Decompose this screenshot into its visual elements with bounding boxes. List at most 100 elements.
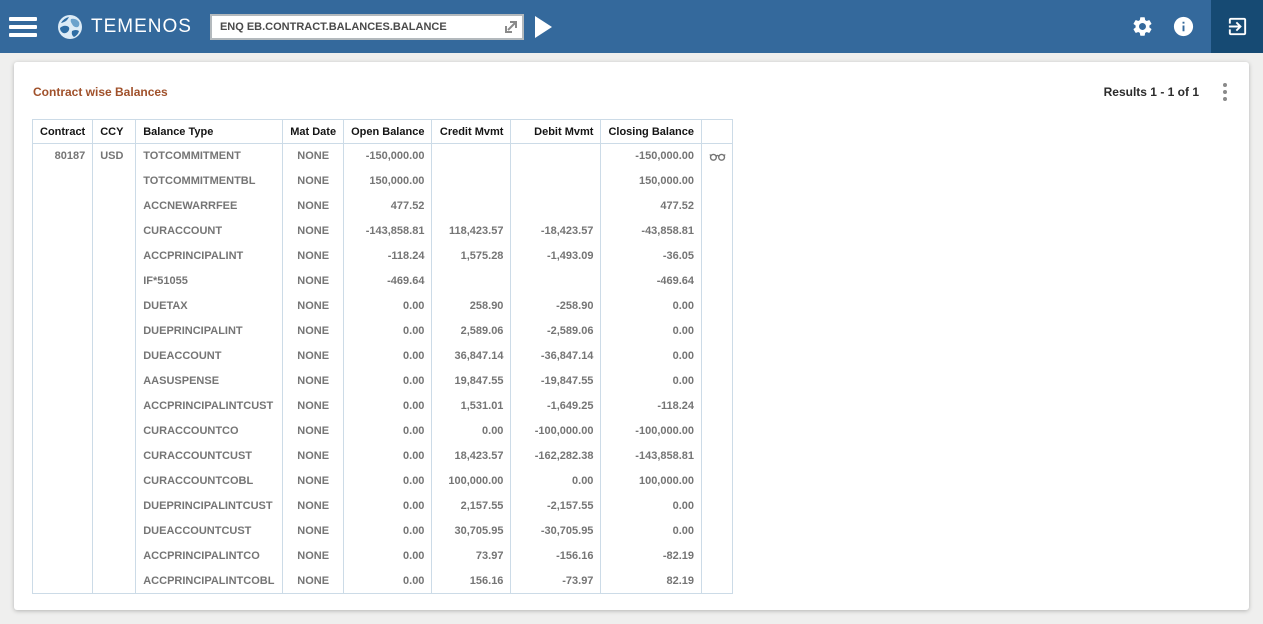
table-row[interactable]: ACCPRINCIPALINTCONONE0.0073.97-156.16-82…	[33, 544, 733, 569]
cell-open-balance: 0.00	[344, 494, 432, 519]
cell-balance-type: TOTCOMMITMENT	[136, 144, 283, 169]
temenos-logo[interactable]: TEMENOS	[57, 14, 192, 40]
table-row[interactable]: CURACCOUNTCONONE0.000.00-100,000.00-100,…	[33, 419, 733, 444]
cell-mat-date: NONE	[283, 394, 344, 419]
balances-table: Contract CCY Balance Type Mat Date Open …	[32, 119, 733, 594]
cell-ccy	[93, 169, 136, 194]
cell-open-balance: 150,000.00	[344, 169, 432, 194]
cell-actions	[702, 394, 733, 419]
cell-closing-balance: 0.00	[601, 369, 702, 394]
cell-mat-date: NONE	[283, 219, 344, 244]
cell-ccy: USD	[93, 144, 136, 169]
cell-open-balance: 0.00	[344, 444, 432, 469]
cell-credit-mvmt: 1,575.28	[432, 244, 511, 269]
logout-icon[interactable]	[1226, 15, 1249, 38]
cell-ccy	[93, 519, 136, 544]
cell-ccy	[93, 469, 136, 494]
cell-debit-mvmt: -258.90	[511, 294, 601, 319]
cell-contract	[33, 319, 93, 344]
col-header-credit-mvmt: Credit Mvmt	[432, 120, 511, 144]
run-command-icon[interactable]	[535, 16, 552, 38]
cell-credit-mvmt: 258.90	[432, 294, 511, 319]
cell-ccy	[93, 444, 136, 469]
cell-debit-mvmt	[511, 269, 601, 294]
table-row[interactable]: CURACCOUNTCOBLNONE0.00100,000.000.00100,…	[33, 469, 733, 494]
table-row[interactable]: ACCPRINCIPALINTCUSTNONE0.001,531.01-1,64…	[33, 394, 733, 419]
table-row[interactable]: ACCNEWARRFEENONE477.52477.52	[33, 194, 733, 219]
table-row[interactable]: CURACCOUNTNONE-143,858.81118,423.57-18,4…	[33, 219, 733, 244]
table-row[interactable]: DUEPRINCIPALINTCUSTNONE0.002,157.55-2,15…	[33, 494, 733, 519]
launch-icon[interactable]	[503, 19, 519, 35]
info-icon[interactable]	[1172, 15, 1195, 38]
table-row[interactable]: TOTCOMMITMENTBLNONE150,000.00150,000.00	[33, 169, 733, 194]
cell-contract	[33, 194, 93, 219]
cell-open-balance: 0.00	[344, 469, 432, 494]
cell-credit-mvmt: 30,705.95	[432, 519, 511, 544]
brand-name: TEMENOS	[91, 16, 192, 38]
cell-closing-balance: -100,000.00	[601, 419, 702, 444]
cell-actions	[702, 494, 733, 519]
cell-debit-mvmt: -73.97	[511, 569, 601, 594]
top-header-bar: TEMENOS	[0, 0, 1263, 53]
cell-ccy	[93, 394, 136, 419]
cell-mat-date: NONE	[283, 569, 344, 594]
cell-ccy	[93, 419, 136, 444]
cell-ccy	[93, 544, 136, 569]
cell-closing-balance: 0.00	[601, 294, 702, 319]
cell-mat-date: NONE	[283, 144, 344, 169]
cell-open-balance: 0.00	[344, 394, 432, 419]
col-header-mat-date: Mat Date	[283, 120, 344, 144]
content-card: Contract wise Balances Results 1 - 1 of …	[14, 62, 1249, 610]
more-options-icon[interactable]	[1221, 81, 1229, 103]
table-row[interactable]: ACCPRINCIPALINTCOBLNONE0.00156.16-73.978…	[33, 569, 733, 594]
cell-actions	[702, 319, 733, 344]
cell-credit-mvmt: 156.16	[432, 569, 511, 594]
cell-mat-date: NONE	[283, 169, 344, 194]
table-row[interactable]: DUEPRINCIPALINTNONE0.002,589.06-2,589.06…	[33, 319, 733, 344]
cell-closing-balance: 0.00	[601, 519, 702, 544]
cell-ccy	[93, 494, 136, 519]
col-header-debit-mvmt: Debit Mvmt	[511, 120, 601, 144]
table-row[interactable]: IF*51055NONE-469.64-469.64	[33, 269, 733, 294]
temenos-globe-icon	[57, 14, 83, 40]
cell-contract	[33, 444, 93, 469]
table-row[interactable]: DUETAXNONE0.00258.90-258.900.00	[33, 294, 733, 319]
view-details-icon[interactable]	[709, 151, 726, 162]
cell-contract	[33, 394, 93, 419]
cell-debit-mvmt	[511, 169, 601, 194]
table-header-row: Contract CCY Balance Type Mat Date Open …	[33, 120, 733, 144]
cell-closing-balance: -469.64	[601, 269, 702, 294]
cell-actions	[702, 194, 733, 219]
cell-contract	[33, 494, 93, 519]
cell-closing-balance: 0.00	[601, 494, 702, 519]
cell-credit-mvmt: 36,847.14	[432, 344, 511, 369]
settings-gear-icon[interactable]	[1131, 15, 1154, 38]
table-row[interactable]: 80187USDTOTCOMMITMENTNONE-150,000.00-150…	[33, 144, 733, 169]
col-header-closing-balance: Closing Balance	[601, 120, 702, 144]
cell-balance-type: ACCPRINCIPALINTCUST	[136, 394, 283, 419]
cell-ccy	[93, 219, 136, 244]
table-row[interactable]: DUEACCOUNTCUSTNONE0.0030,705.95-30,705.9…	[33, 519, 733, 544]
cell-mat-date: NONE	[283, 444, 344, 469]
cell-balance-type: IF*51055	[136, 269, 283, 294]
cell-actions	[702, 469, 733, 494]
table-row[interactable]: CURACCOUNTCUSTNONE0.0018,423.57-162,282.…	[33, 444, 733, 469]
cell-debit-mvmt: -30,705.95	[511, 519, 601, 544]
table-row[interactable]: ACCPRINCIPALINTNONE-118.241,575.28-1,493…	[33, 244, 733, 269]
command-input[interactable]	[210, 14, 524, 40]
cell-closing-balance: 0.00	[601, 319, 702, 344]
cell-credit-mvmt: 2,589.06	[432, 319, 511, 344]
table-row[interactable]: AASUSPENSENONE0.0019,847.55-19,847.550.0…	[33, 369, 733, 394]
cell-debit-mvmt: -1,493.09	[511, 244, 601, 269]
cell-actions[interactable]	[702, 144, 733, 169]
cell-open-balance: -143,858.81	[344, 219, 432, 244]
table-row[interactable]: DUEACCOUNTNONE0.0036,847.14-36,847.140.0…	[33, 344, 733, 369]
cell-actions	[702, 544, 733, 569]
cell-ccy	[93, 569, 136, 594]
cell-credit-mvmt: 19,847.55	[432, 369, 511, 394]
cell-credit-mvmt: 118,423.57	[432, 219, 511, 244]
cell-balance-type: CURACCOUNTCO	[136, 419, 283, 444]
logout-panel[interactable]	[1211, 0, 1263, 53]
menu-icon[interactable]	[9, 13, 37, 41]
cell-contract	[33, 369, 93, 394]
